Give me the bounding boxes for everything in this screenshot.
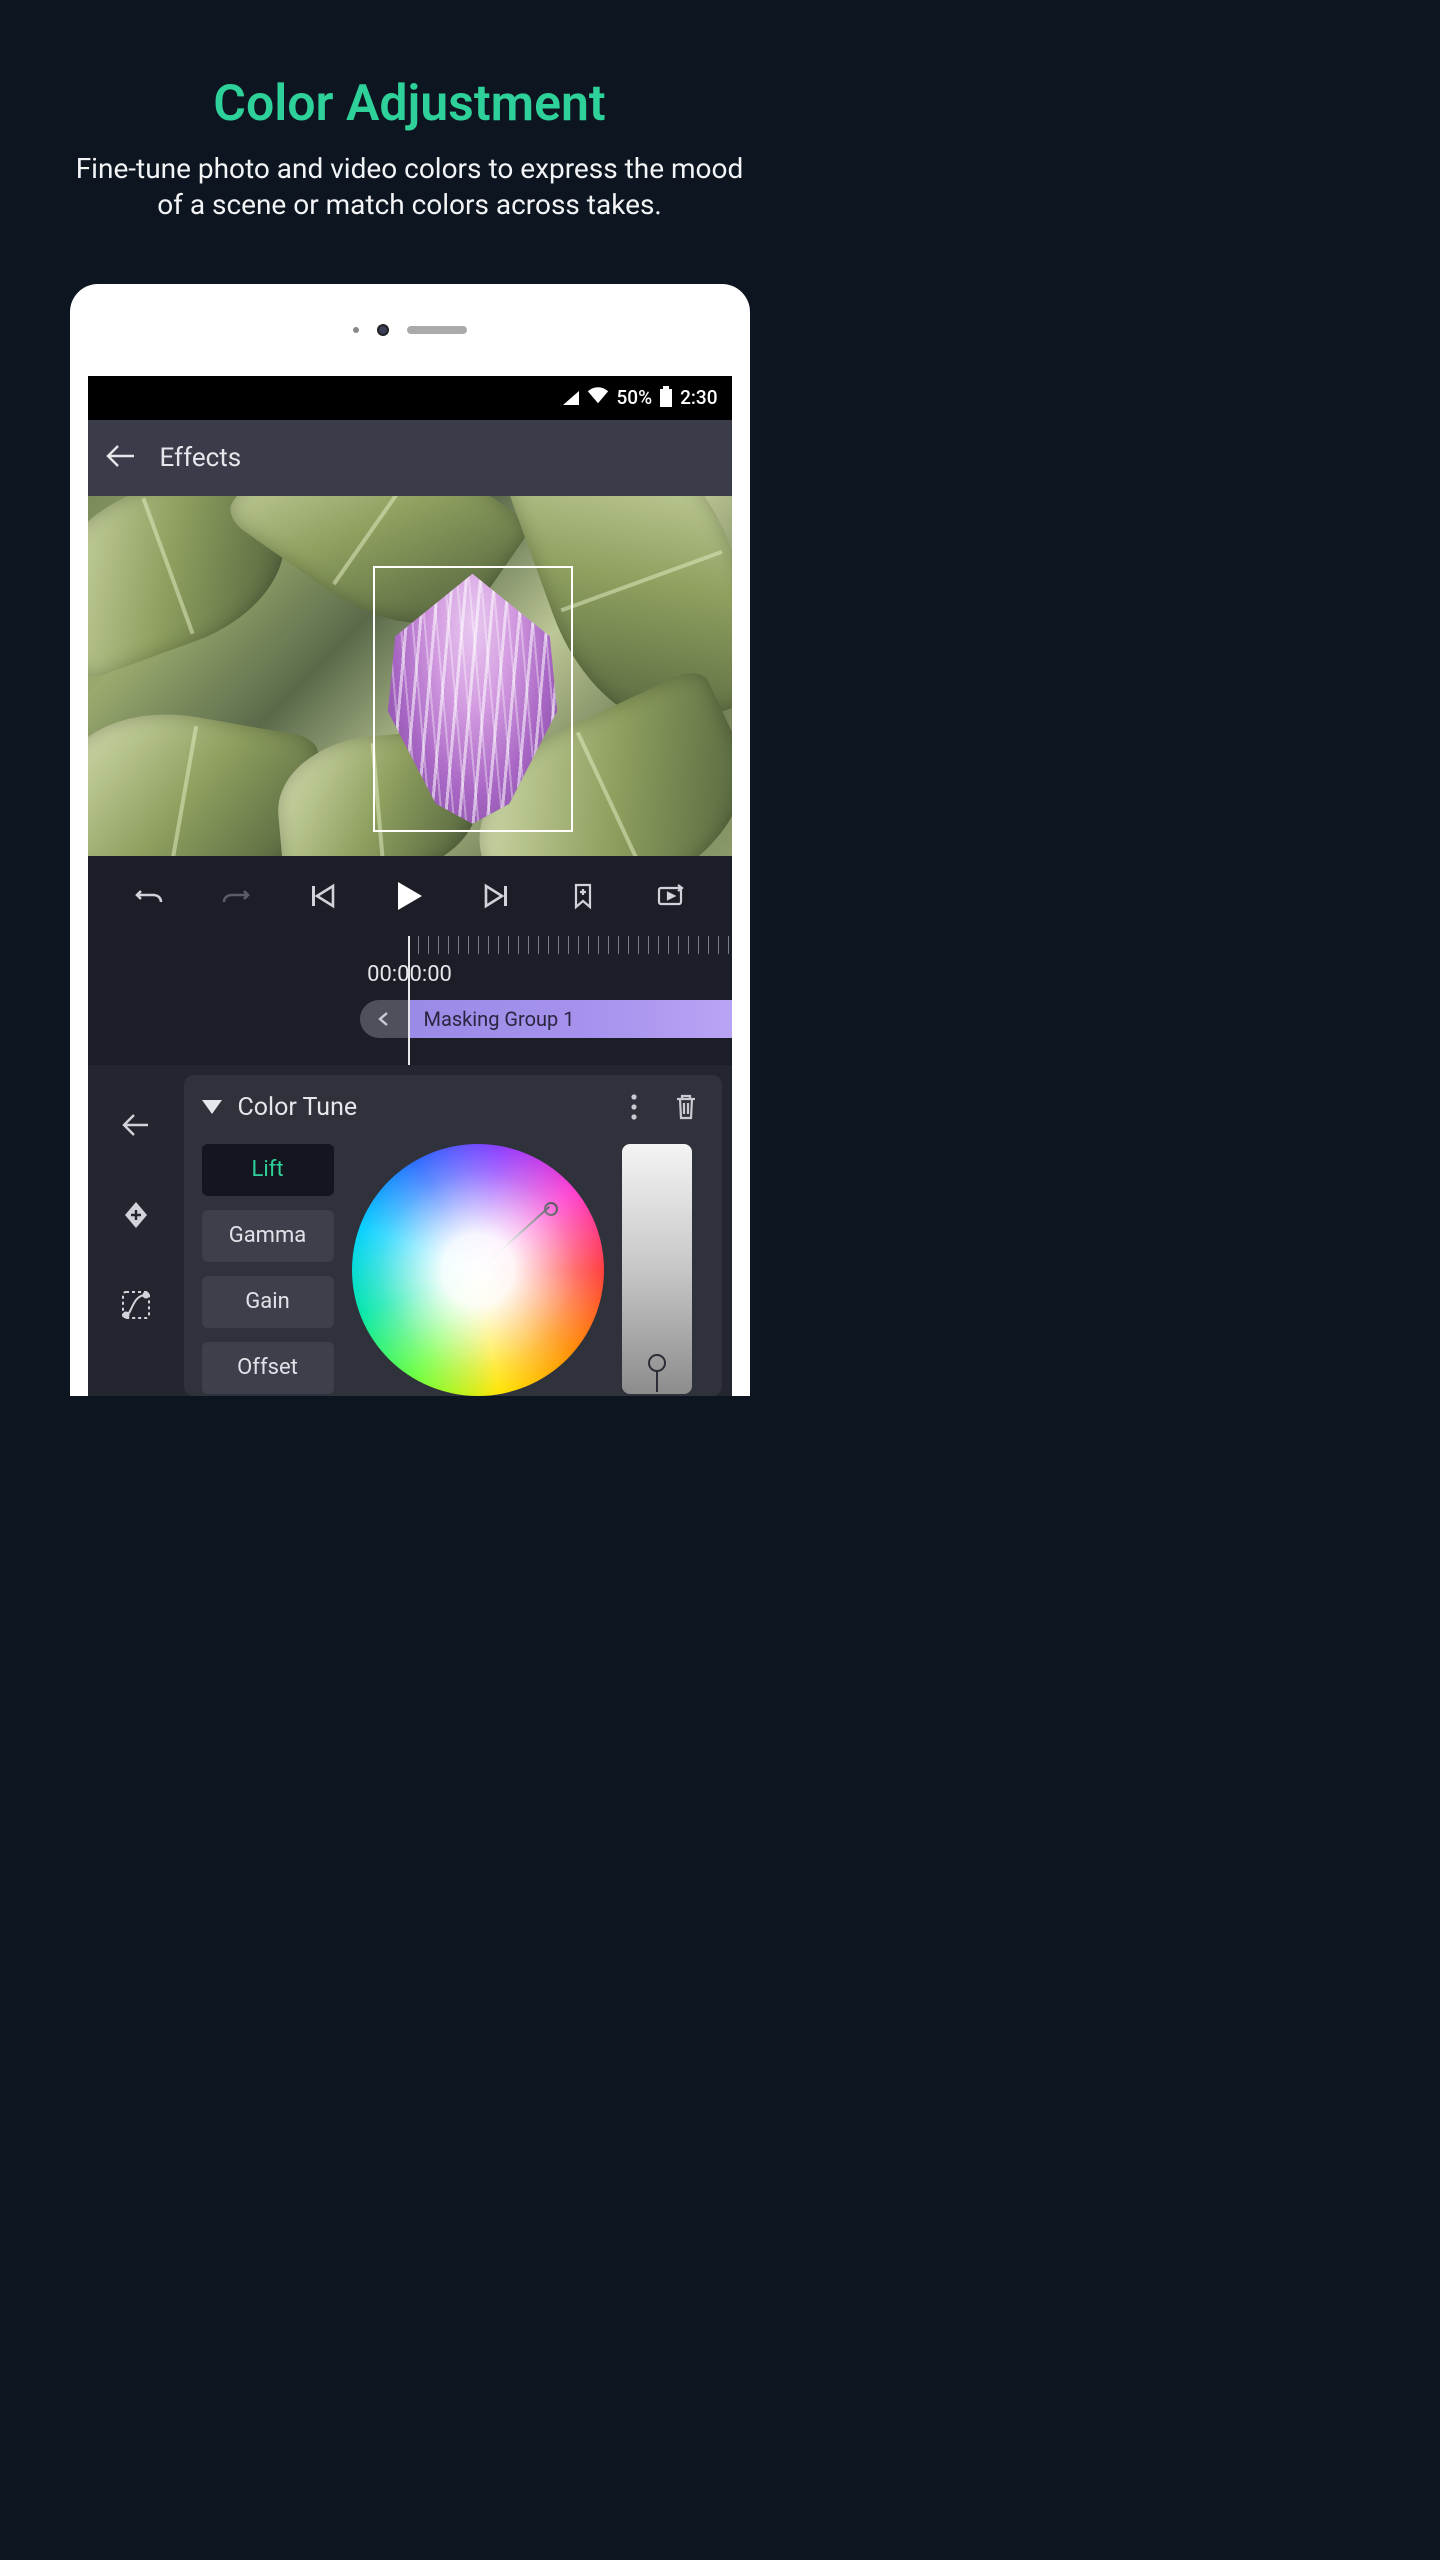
effect-panel-area: Color Tune Lift Gamma Gain Offset [88,1065,732,1396]
hero-title: Color Adjustment [0,75,819,133]
back-button[interactable] [106,443,136,473]
panel-more-button[interactable] [616,1094,652,1120]
status-bar: 50% 2:30 [88,376,732,420]
mode-list: Lift Gamma Gain Offset [202,1144,334,1394]
playhead[interactable] [408,936,410,1065]
phone-hardware [88,324,732,336]
loop-button[interactable] [650,876,690,916]
bookmark-add-button[interactable] [563,876,603,916]
video-preview[interactable] [88,496,732,856]
panel-title: Color Tune [238,1093,600,1122]
top-bar: Effects [88,420,732,496]
signal-icon [563,391,579,405]
timeline[interactable]: 00:00:00 Masking Group 1 [88,936,732,1065]
track-collapse-button[interactable] [360,1000,408,1038]
mode-lift[interactable]: Lift [202,1144,334,1196]
clip-masking-group[interactable]: Masking Group 1 [408,1000,732,1038]
phone-frame: 50% 2:30 Effects [70,284,750,1396]
color-wheel-handle[interactable] [544,1202,558,1216]
luminance-slider[interactable] [622,1144,692,1394]
battery-percent: 50% [617,386,653,409]
undo-button[interactable] [129,876,169,916]
battery-icon [660,389,672,407]
color-wheel[interactable] [352,1144,604,1396]
mask-selection-box[interactable] [373,566,573,832]
panel-collapse-toggle[interactable] [202,1100,222,1114]
app-screen: 50% 2:30 Effects [88,376,732,1396]
mode-offset[interactable]: Offset [202,1342,334,1394]
mode-gain[interactable]: Gain [202,1276,334,1328]
timeline-ruler[interactable] [88,936,732,954]
hero-subtitle: Fine-tune photo and video colors to expr… [0,151,819,224]
screen-title: Effects [160,443,242,473]
curve-button[interactable] [120,1289,152,1325]
side-toolbar [88,1065,184,1396]
play-button[interactable] [389,876,429,916]
panel-delete-button[interactable] [668,1094,704,1120]
clock: 2:30 [680,386,717,409]
color-tune-panel: Color Tune Lift Gamma Gain Offset [184,1075,722,1396]
redo-button[interactable] [216,876,256,916]
skip-end-button[interactable] [476,876,516,916]
wifi-icon [587,386,609,409]
timecode: 00:00:00 [88,962,732,987]
mode-gamma[interactable]: Gamma [202,1210,334,1262]
keyframe-add-button[interactable] [120,1199,152,1235]
transport-bar [88,856,732,936]
skip-start-button[interactable] [303,876,343,916]
track-row[interactable]: Masking Group 1 [88,997,732,1041]
panel-back-button[interactable] [120,1109,152,1145]
